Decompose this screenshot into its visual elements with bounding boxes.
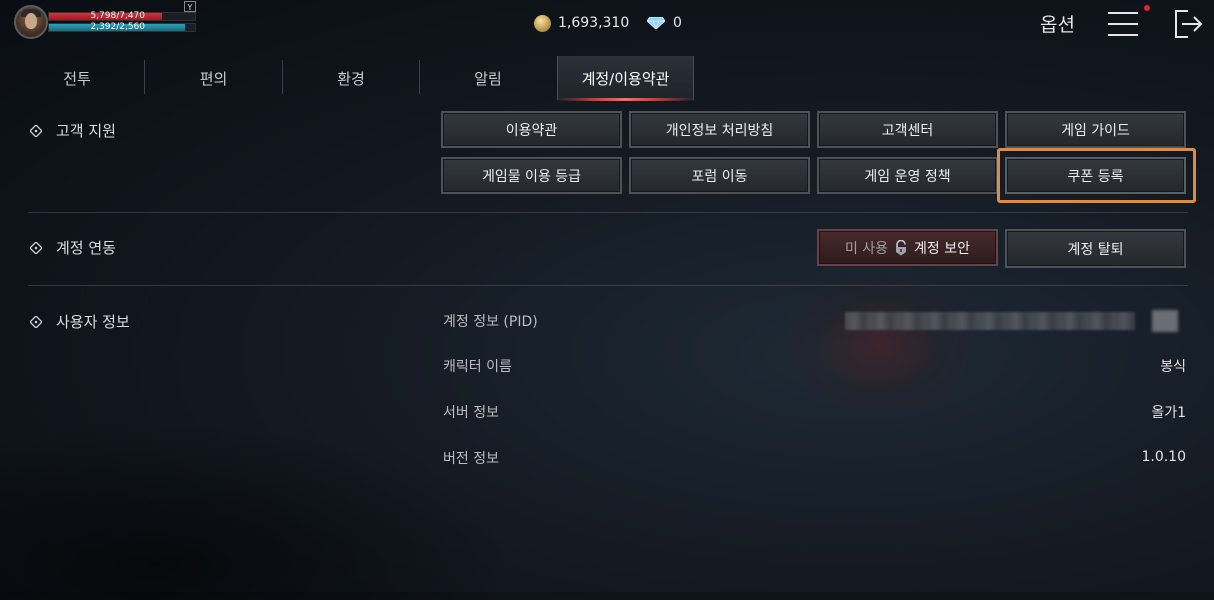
tab-notifications[interactable]: 알림 [420,56,556,100]
background-glow [780,270,980,420]
lock-shield-icon [896,239,907,255]
section-bullet-icon [30,241,42,254]
character-avatar[interactable] [14,5,48,39]
coupon-highlight-frame [997,148,1196,203]
game-guide-button[interactable]: 게임 가이드 [1005,111,1186,148]
exit-icon[interactable] [1174,9,1204,39]
options-title: 옵션 [1040,14,1075,36]
version-value: 1.0.10 [1141,449,1186,465]
section-title: 계정 연동 [56,239,116,257]
mp-bar: 2,392/2,560 [48,22,196,32]
diamond-currency: 0 [647,14,682,32]
gold-coin-icon [534,14,551,32]
gold-amount: 1,693,310 [558,15,630,31]
operation-policy-button[interactable]: 게임 운영 정책 [817,157,998,194]
terms-of-service-button[interactable]: 이용약관 [441,111,622,148]
section-bullet-icon [30,315,42,328]
section-customer-support: 고객 지원 [30,120,116,141]
server-label: 서버 정보 [443,405,499,421]
pid-copy-redacted [1152,310,1178,332]
section-divider [28,212,1188,213]
section-account-link: 계정 연동 [30,237,116,258]
diamond-icon [647,17,665,29]
forum-button[interactable]: 포럼 이동 [629,157,810,194]
hamburger-menu-icon[interactable] [1108,10,1138,38]
customer-center-button[interactable]: 고객센터 [817,111,998,148]
active-tab-indicator [557,98,694,101]
server-value: 올가1 [1151,405,1186,421]
section-bullet-icon [30,124,42,137]
section-user-info: 사용자 정보 [30,311,130,332]
mp-text: 2,392/2,560 [90,22,145,32]
version-label: 버전 정보 [443,451,499,467]
security-state: 미 사용 [844,240,889,257]
tab-convenience[interactable]: 편의 [145,56,282,100]
hp-bar: 5,798/7,470 [48,11,196,21]
diamond-amount: 0 [673,15,682,31]
security-label: 계정 보안 [914,240,971,257]
privacy-policy-button[interactable]: 개인정보 처리방침 [629,111,810,148]
hp-text: 5,798/7,470 [90,11,145,21]
tab-combat[interactable]: 전투 [10,56,144,100]
pid-value-redacted [845,312,1135,330]
game-rating-button[interactable]: 게임물 이용 등급 [441,157,622,194]
tab-environment[interactable]: 환경 [283,56,419,100]
pid-label: 계정 정보 (PID) [443,314,538,330]
character-name-label: 캐릭터 이름 [443,359,512,375]
section-divider [28,285,1188,286]
notification-dot [1144,5,1150,11]
account-withdraw-button[interactable]: 계정 탈퇴 [1005,229,1186,268]
tab-account-terms[interactable]: 계정/이용약관 [557,56,694,100]
avatar-face [25,13,37,29]
character-name-value: 봉식 [1160,359,1186,375]
gold-currency: 1,693,310 [534,14,629,32]
section-title: 사용자 정보 [56,313,130,331]
hotkey-badge: Y [184,1,196,12]
background-shadow [0,420,520,600]
account-security-button[interactable]: 미 사용 계정 보안 [817,229,998,266]
section-title: 고객 지원 [56,122,116,140]
